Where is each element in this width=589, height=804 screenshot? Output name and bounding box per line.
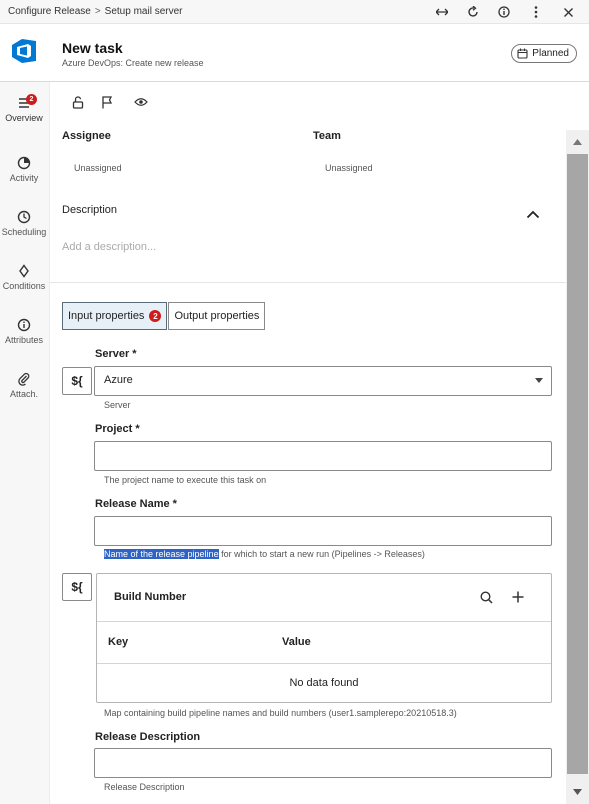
nav-item-attributes[interactable]: Attributes [0, 318, 48, 364]
nav-item-scheduling[interactable]: Scheduling [0, 210, 48, 256]
server-variable-button[interactable]: ${ [62, 367, 92, 395]
activity-icon [17, 156, 31, 170]
release-description-input[interactable] [94, 748, 552, 778]
tab-label: Output properties [174, 310, 260, 322]
status-label: Planned [532, 48, 569, 59]
flag-icon[interactable] [99, 94, 115, 110]
selected-hint-text: Name of the release pipeline [104, 549, 219, 559]
section-divider [50, 282, 566, 283]
title-bar: Configure Release > Setup mail server [0, 0, 589, 24]
hint-text: for which to start a new run (Pipelines … [218, 549, 425, 559]
assignee-label: Assignee [62, 130, 111, 142]
assignee-value[interactable]: Unassigned [74, 163, 122, 173]
release-name-input[interactable] [94, 516, 552, 546]
task-title[interactable]: New task [62, 40, 123, 56]
server-select[interactable]: Azure [94, 366, 552, 396]
unlock-icon[interactable] [70, 94, 86, 110]
nav-item-attachments[interactable]: Attach. [0, 372, 48, 418]
nav-item-conditions[interactable]: Conditions [0, 264, 48, 310]
scrollbar-thumb[interactable] [567, 154, 588, 774]
map-header-divider [97, 621, 551, 622]
map-columns-divider [97, 663, 551, 664]
build-number-title: Build Number [114, 591, 187, 603]
server-selected-value: Azure [104, 374, 133, 386]
release-description-hint: Release Description [104, 782, 185, 792]
nav-item-label: Overview [5, 113, 43, 123]
info-icon[interactable] [494, 2, 514, 22]
release-description-label: Release Description [95, 731, 201, 743]
release-name-label: Release Name * [95, 498, 177, 510]
close-icon[interactable] [558, 2, 578, 22]
tab-input-properties[interactable]: Input properties 2 [62, 302, 168, 330]
nav-item-label: Scheduling [1, 227, 47, 237]
side-navigation: 2 Overview Activity Scheduling Condition… [0, 82, 50, 804]
column-header-key: Key [108, 636, 129, 648]
nav-item-overview[interactable]: 2 Overview [0, 94, 48, 142]
task-details-panel: Assignee Unassigned Team Unassigned Desc… [50, 82, 566, 804]
clock-icon [17, 210, 31, 224]
dropdown-caret-icon [535, 378, 543, 383]
task-integration-subtitle: Azure DevOps: Create new release [62, 58, 204, 68]
nav-item-label: Activity [9, 173, 39, 183]
build-number-variable-button[interactable]: ${ [62, 573, 92, 601]
breadcrumb-current: Setup mail server [104, 6, 183, 17]
release-name-hint: Name of the release pipeline for which t… [104, 549, 425, 559]
project-label: Project * [95, 423, 140, 435]
breadcrumb-separator: > [94, 6, 101, 17]
description-label: Description [62, 204, 118, 216]
server-label: Server * [95, 348, 137, 360]
project-input[interactable] [94, 441, 552, 471]
nav-item-label: Conditions [2, 281, 46, 291]
azure-devops-logo [8, 35, 40, 67]
scroll-down-arrow-icon[interactable] [566, 780, 589, 804]
breadcrumb: Configure Release > Setup mail server [8, 6, 182, 17]
collapse-description-chevron-up-icon[interactable] [526, 206, 540, 219]
input-properties-count-badge: 2 [149, 310, 162, 322]
tab-label: Input properties [68, 310, 145, 322]
build-number-map: Build Number Key Value No data found [96, 573, 552, 703]
properties-tabs: Input properties 2 Output properties [62, 302, 266, 330]
add-icon[interactable] [510, 589, 526, 605]
project-hint: The project name to execute this task on [104, 475, 267, 485]
expand-horizontal-icon[interactable] [432, 2, 452, 22]
info-circle-icon [17, 318, 31, 332]
description-input[interactable]: Add a description... [62, 241, 156, 253]
team-label: Team [313, 130, 341, 142]
empty-state-text: No data found [289, 677, 359, 689]
vertical-scrollbar[interactable] [566, 130, 589, 804]
refresh-icon[interactable] [463, 2, 483, 22]
calendar-icon [517, 48, 528, 59]
eye-icon[interactable] [133, 94, 149, 110]
scroll-up-arrow-icon[interactable] [566, 130, 589, 154]
tab-output-properties[interactable]: Output properties [168, 302, 266, 330]
more-vertical-icon[interactable] [526, 2, 546, 22]
server-hint: Server [104, 400, 131, 410]
search-icon[interactable] [478, 589, 494, 605]
build-number-hint: Map containing build pipeline names and … [104, 708, 457, 718]
overview-count-badge: 2 [26, 94, 37, 105]
team-value[interactable]: Unassigned [325, 163, 373, 173]
paperclip-icon [17, 372, 31, 386]
breadcrumb-parent[interactable]: Configure Release [8, 6, 91, 17]
diamond-icon [17, 264, 31, 278]
nav-item-label: Attach. [9, 389, 38, 399]
status-badge[interactable]: Planned [511, 44, 577, 63]
task-header: New task Azure DevOps: Create new releas… [0, 24, 589, 82]
nav-item-activity[interactable]: Activity [0, 156, 48, 202]
column-header-value: Value [282, 636, 311, 648]
nav-item-label: Attributes [4, 335, 44, 345]
